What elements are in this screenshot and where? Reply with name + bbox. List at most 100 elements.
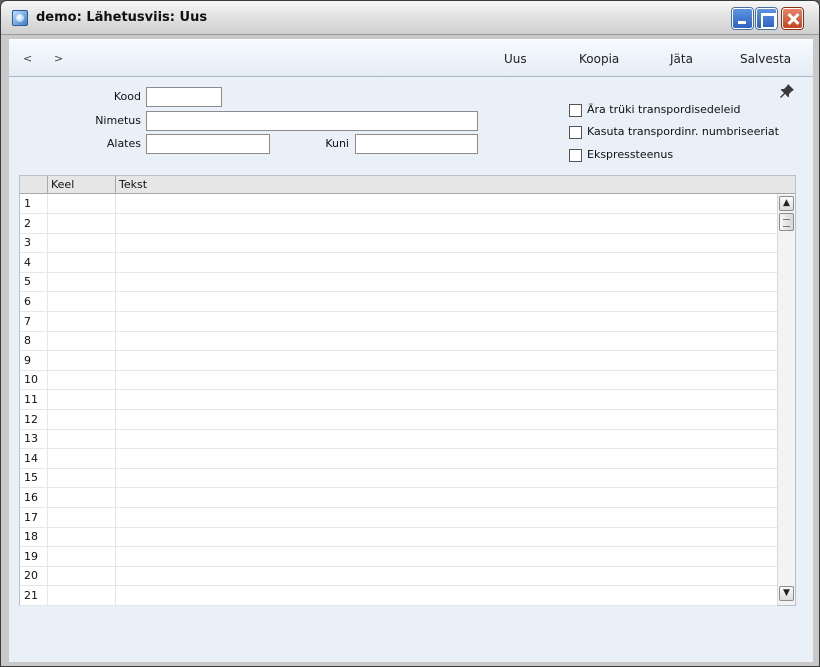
cell-keel[interactable] (48, 410, 115, 429)
cell-keel[interactable] (48, 468, 115, 487)
cell-keel[interactable] (48, 429, 115, 448)
close-button[interactable] (782, 8, 803, 29)
minimize-button[interactable] (732, 8, 753, 29)
checkbox[interactable] (569, 126, 582, 139)
cell-tekst[interactable] (116, 586, 776, 605)
column-divider[interactable] (47, 176, 48, 194)
cell-tekst[interactable] (116, 370, 776, 389)
cell-keel[interactable] (48, 527, 115, 546)
table-row[interactable]: 7 (20, 312, 777, 332)
row-number: 11 (24, 393, 38, 406)
table-row[interactable]: 6 (20, 292, 777, 312)
cell-tekst[interactable] (116, 331, 776, 350)
cell-keel[interactable] (48, 194, 115, 213)
checkbox[interactable] (569, 149, 582, 162)
scroll-thumb[interactable] (779, 213, 794, 231)
kood-field[interactable] (146, 87, 222, 107)
table-row[interactable]: 21 (20, 586, 777, 606)
cell-tekst[interactable] (116, 272, 776, 291)
cell-keel[interactable] (48, 508, 115, 527)
table-row[interactable]: 13 (20, 429, 777, 450)
skip-button[interactable]: Jäta (670, 52, 693, 66)
cell-keel[interactable] (48, 370, 115, 389)
cell-tekst[interactable] (116, 508, 776, 527)
table-row[interactable]: 14 (20, 449, 777, 469)
cell-tekst[interactable] (116, 351, 776, 370)
cell-tekst[interactable] (116, 410, 776, 429)
cell-keel[interactable] (48, 586, 115, 605)
table-row[interactable]: 3 (20, 233, 777, 254)
cell-keel[interactable] (48, 292, 115, 311)
cell-keel[interactable] (48, 214, 115, 233)
table-row[interactable]: 10 (20, 370, 777, 391)
checkbox[interactable] (569, 104, 582, 117)
cell-tekst[interactable] (116, 312, 776, 331)
nimetus-field[interactable] (146, 111, 478, 131)
table-row[interactable]: 2 (20, 214, 777, 234)
cell-tekst[interactable] (116, 527, 776, 546)
cell-keel[interactable] (48, 488, 115, 507)
cell-keel[interactable] (48, 331, 115, 350)
next-record-button[interactable]: > (54, 52, 63, 65)
save-button[interactable]: Salvesta (740, 52, 791, 66)
cell-tekst[interactable] (116, 233, 776, 252)
scroll-down-icon[interactable]: ▼ (779, 586, 794, 601)
scroll-up-icon[interactable]: ▲ (779, 196, 794, 211)
table-row[interactable]: 20 (20, 566, 777, 587)
table-row[interactable]: 15 (20, 468, 777, 489)
table-row[interactable]: 17 (20, 508, 777, 528)
cell-keel[interactable] (48, 566, 115, 585)
cell-keel[interactable] (48, 449, 115, 468)
pin-icon[interactable] (779, 83, 795, 99)
table-row[interactable]: 11 (20, 390, 777, 410)
row-number: 12 (24, 412, 38, 426)
previous-record-button[interactable]: < (23, 52, 32, 65)
kuni-label: Kuni (325, 137, 349, 150)
cell-tekst[interactable] (116, 547, 776, 566)
table-row[interactable]: 5 (20, 272, 777, 293)
cell-tekst[interactable] (116, 292, 776, 311)
title-bar[interactable]: demo: Lähetusviis: Uus (1, 1, 819, 35)
cell-keel[interactable] (48, 312, 115, 331)
new-button[interactable]: Uus (504, 52, 527, 66)
table-row[interactable]: 1 (20, 194, 777, 214)
table-row[interactable]: 18 (20, 527, 777, 548)
app-icon (12, 10, 28, 26)
table-row[interactable]: 19 (20, 547, 777, 567)
cell-keel[interactable] (48, 351, 115, 370)
vertical-scrollbar[interactable]: ▲ ▼ (777, 194, 795, 605)
maximize-button[interactable] (756, 8, 777, 29)
cell-tekst[interactable] (116, 214, 776, 233)
cell-tekst[interactable] (116, 390, 776, 409)
cell-tekst[interactable] (116, 429, 776, 448)
column-divider[interactable] (115, 176, 116, 194)
cell-keel[interactable] (48, 233, 115, 252)
row-number: 9 (24, 353, 31, 367)
cell-keel[interactable] (48, 547, 115, 566)
cell-tekst[interactable] (116, 194, 776, 213)
cell-tekst[interactable] (116, 488, 776, 507)
table-row[interactable]: 4 (20, 253, 777, 273)
row-number: 5 (24, 275, 31, 289)
row-number: 17 (24, 510, 38, 524)
cell-keel[interactable] (48, 253, 115, 272)
cell-tekst[interactable] (116, 449, 776, 468)
table-row[interactable]: 8 (20, 331, 777, 352)
cell-keel[interactable] (48, 390, 115, 409)
cell-tekst[interactable] (116, 468, 776, 487)
cell-tekst[interactable] (116, 253, 776, 272)
kuni-field[interactable] (355, 134, 478, 154)
table-row[interactable]: 9 (20, 351, 777, 371)
row-number: 6 (24, 295, 31, 308)
nimetus-label: Nimetus (95, 114, 141, 127)
column-header-keel[interactable]: Keel (51, 178, 74, 191)
copy-button[interactable]: Koopia (579, 52, 619, 66)
column-header-tekst[interactable]: Tekst (119, 178, 147, 191)
cell-keel[interactable] (48, 272, 115, 291)
table-row[interactable]: 16 (20, 488, 777, 508)
alates-label: Alates (106, 137, 141, 150)
table-row[interactable]: 12 (20, 410, 777, 430)
row-number: 21 (24, 589, 38, 602)
alates-field[interactable] (146, 134, 270, 154)
cell-tekst[interactable] (116, 566, 776, 585)
